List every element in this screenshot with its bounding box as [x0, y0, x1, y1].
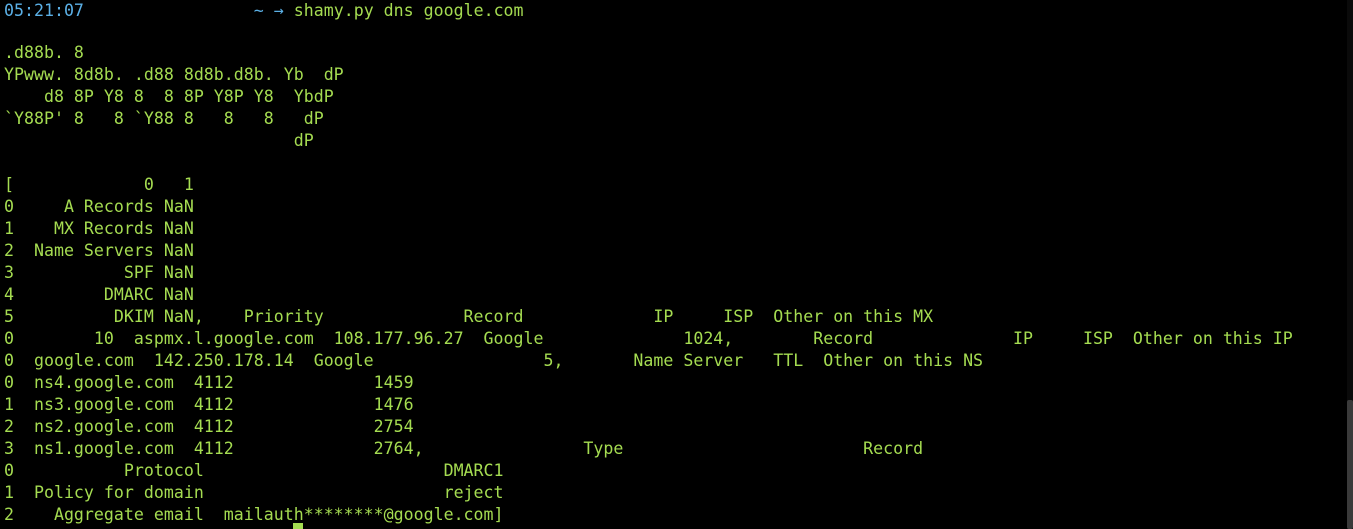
banner-line: dP — [4, 131, 314, 150]
output-line: 1 MX Records NaN — [4, 219, 194, 238]
terminal-window[interactable]: 05:21:07 ~ → shamy.py dns google.com .d8… — [0, 0, 1353, 529]
banner-line: .d88b. 8 — [4, 43, 84, 62]
banner-line: YPwww. 8d8b. .d88 8d8b.d8b. Yb dP — [4, 65, 344, 84]
output-line: 0 google.com 142.250.178.14 Google 5, Na… — [4, 351, 984, 370]
output-line: 5 DKIM NaN, Priority Record IP ISP Other… — [4, 307, 934, 326]
banner-line: `Y88P' 8 8 `Y88 8 8 8 dP — [4, 109, 324, 128]
output-line: 3 SPF NaN — [4, 263, 194, 282]
output-line: 2 Name Servers NaN — [4, 241, 194, 260]
scrollbar-thumb[interactable] — [1347, 400, 1353, 529]
output-line: 4 DMARC NaN — [4, 285, 194, 304]
output-line: 0 Protocol DMARC1 — [4, 461, 504, 480]
output-line: 3 ns1.google.com 4112 2764, Type Record — [4, 439, 924, 458]
output-line: [ 0 1 — [4, 175, 194, 194]
output-line: 0 ns4.google.com 4112 1459 — [4, 373, 414, 392]
output-line: 2 ns2.google.com 4112 2754 — [4, 417, 414, 436]
banner-line: d8 8P Y8 8 8 8P Y8P Y8 YbdP — [4, 87, 334, 106]
output-line: 1 Policy for domain reject — [4, 483, 504, 502]
output-line: 0 A Records NaN — [4, 197, 194, 216]
output-line: 2 Aggregate email mailauth********@googl… — [4, 505, 504, 524]
text-cursor — [293, 523, 303, 529]
scrollbar[interactable] — [1347, 0, 1353, 529]
output-line: 1 ns3.google.com 4112 1476 — [4, 395, 414, 414]
prompt-command: shamy.py dns google.com — [293, 1, 524, 20]
prompt-time: 05:21:07 — [4, 1, 84, 20]
prompt-line: 05:21:07 ~ → shamy.py dns google.com — [4, 0, 524, 22]
prompt-cwd: ~ → — [253, 1, 284, 20]
output-line: 0 10 aspmx.l.google.com 108.177.96.27 Go… — [4, 329, 1293, 348]
